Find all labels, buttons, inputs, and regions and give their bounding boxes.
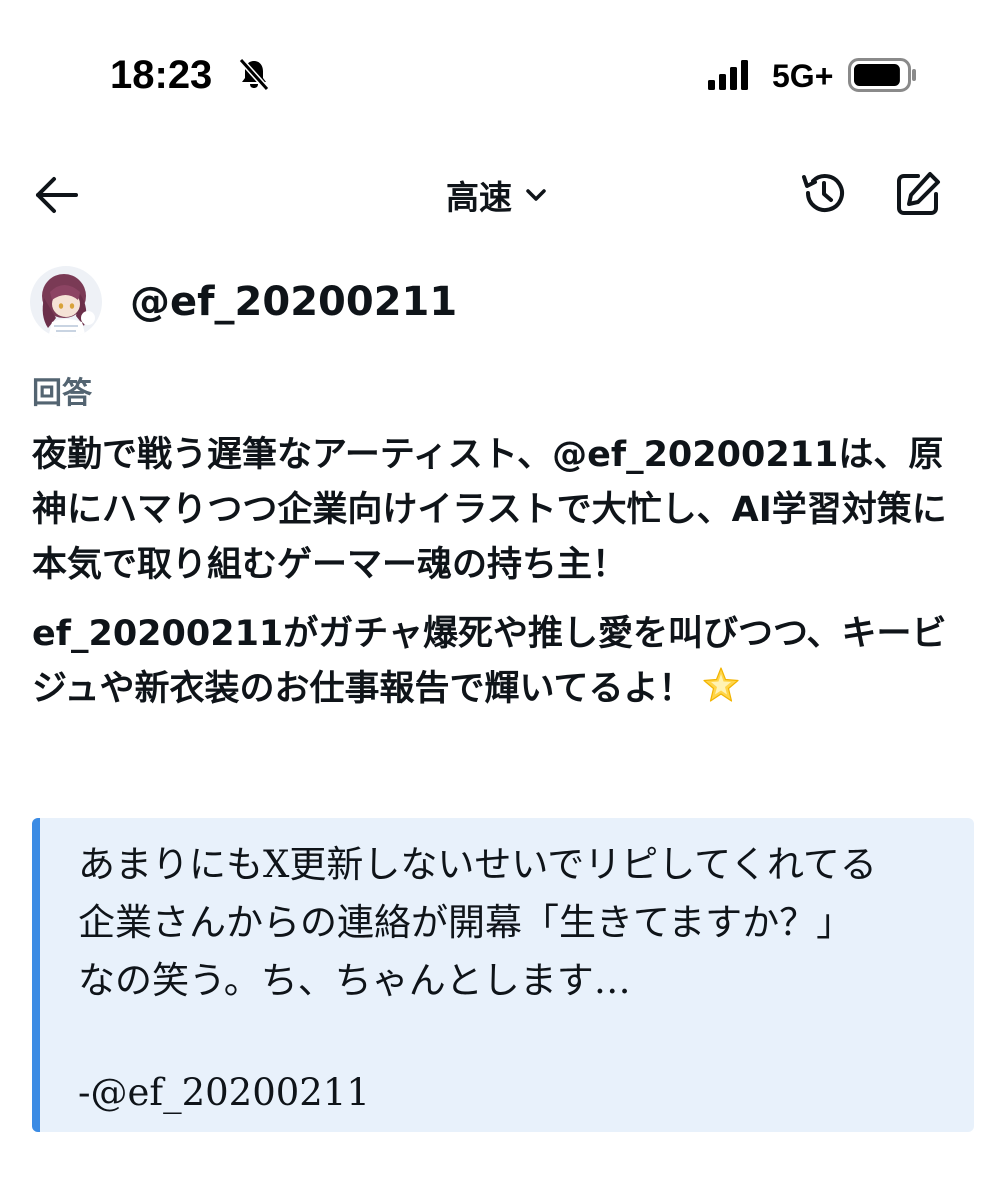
glowing-star-icon [702,667,739,702]
quote-author: -@ef_20200211 [78,1071,370,1114]
quote-block: あまりにもX更新しないせいでリピしてくれてる企業さんからの連絡が開幕「生きてます… [32,818,974,1132]
top-nav-bar: 高速 [0,150,1005,240]
quote-accent-bar [32,818,40,1132]
network-label: 5G+ [772,58,834,94]
answer-paragraph-1-text: 夜勤で戦う遅筆なアーティスト、@ef_20200211は、原神にハマりつつ企業向… [32,435,947,585]
status-time: 18:23 [110,53,213,97]
arrow-left-icon [36,177,78,213]
answer-body: 夜勤で戦う遅筆なアーティスト、@ef_20200211は、原神にハマりつつ企業向… [32,428,972,731]
signal-bars-icon [708,60,748,90]
answer-paragraph: ef_20200211がガチャ爆死や推し愛を叫びつつ、キービジュや新衣装のお仕事… [32,607,972,717]
chevron-down-icon [526,189,546,201]
status-bar: 18:23 5G+ [0,0,1005,150]
avatar-image [30,266,102,338]
mode-label: 高速 [446,178,512,217]
user-handle[interactable]: @ef_20200211 [130,278,457,326]
bell-slash-icon [238,57,270,92]
avatar[interactable] [30,266,102,338]
compose-button[interactable] [892,168,944,220]
quote-text: あまりにもX更新しないせいでリピしてくれてる企業さんからの連絡が開幕「生きてます… [78,843,877,1002]
answer-paragraph: 夜勤で戦う遅筆なアーティスト、@ef_20200211は、原神にハマりつつ企業向… [32,428,972,593]
history-button[interactable] [798,168,848,218]
history-icon [802,174,844,213]
mode-selector[interactable]: 高速 [446,170,548,220]
answer-paragraph-2-text: ef_20200211がガチャ爆死や推し愛を叫びつつ、キービジュや新衣装のお仕事… [32,614,947,709]
answer-label: 回答 [32,376,92,411]
back-button[interactable] [30,172,82,218]
battery-icon [848,58,916,92]
compose-icon [897,172,940,215]
